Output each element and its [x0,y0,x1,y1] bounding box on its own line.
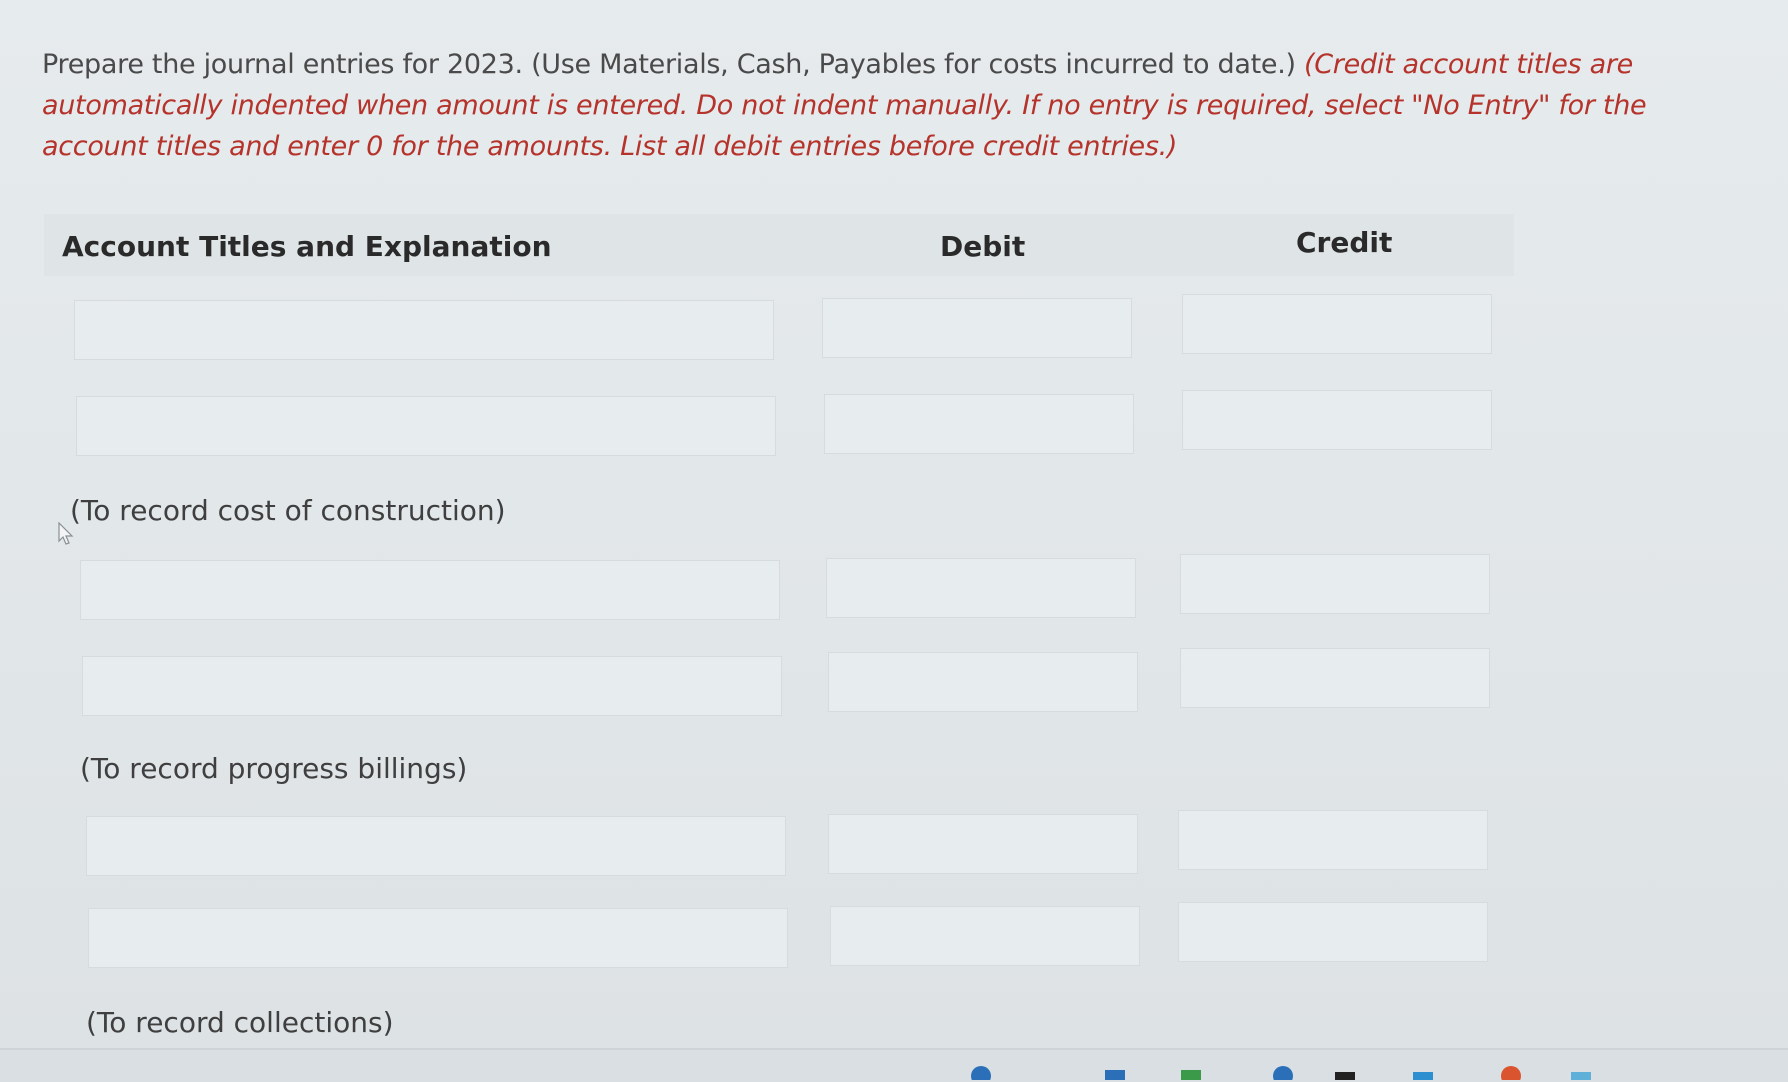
debit-input[interactable] [822,298,1132,358]
header-account-titles: Account Titles and Explanation [62,230,552,263]
instructions: Prepare the journal entries for 2023. (U… [42,44,1702,167]
account-title-input[interactable] [80,560,780,620]
instructions-lead: Prepare the journal entries for 2023. (U… [42,49,1296,80]
credit-input[interactable] [1180,648,1490,708]
debit-input[interactable] [828,652,1138,712]
table-header: Account Titles and Explanation Debit Cre… [44,214,1514,276]
taskbar-app-icon[interactable] [1412,1062,1434,1080]
taskbar-app-icon[interactable] [1104,1062,1126,1080]
taskbar-app-icon[interactable] [1272,1062,1294,1080]
header-debit: Debit [940,230,1026,263]
debit-input[interactable] [830,906,1140,966]
debit-input[interactable] [824,394,1134,454]
explanation-cost-of-construction: (To record cost of construction) [70,494,506,527]
taskbar-app-icon[interactable] [1334,1062,1356,1080]
taskbar-app-icon[interactable] [1500,1062,1522,1080]
account-title-input[interactable] [76,396,776,456]
account-title-input[interactable] [86,816,786,876]
header-credit: Credit [1296,226,1393,259]
taskbar-app-icon[interactable] [1180,1062,1202,1080]
explanation-collections: (To record collections) [86,1006,394,1039]
credit-input[interactable] [1180,554,1490,614]
taskbar-app-icon[interactable] [970,1062,992,1080]
taskbar-app-icon[interactable] [1570,1062,1592,1080]
journal-entry-page: Prepare the journal entries for 2023. (U… [0,0,1788,1048]
account-title-input[interactable] [88,908,788,968]
debit-input[interactable] [826,558,1136,618]
mouse-pointer-icon [58,522,74,545]
credit-input[interactable] [1182,390,1492,450]
credit-input[interactable] [1178,902,1488,962]
credit-input[interactable] [1182,294,1492,354]
explanation-progress-billings: (To record progress billings) [80,752,468,785]
debit-input[interactable] [828,814,1138,874]
account-title-input[interactable] [74,300,774,360]
account-title-input[interactable] [82,656,782,716]
credit-input[interactable] [1178,810,1488,870]
